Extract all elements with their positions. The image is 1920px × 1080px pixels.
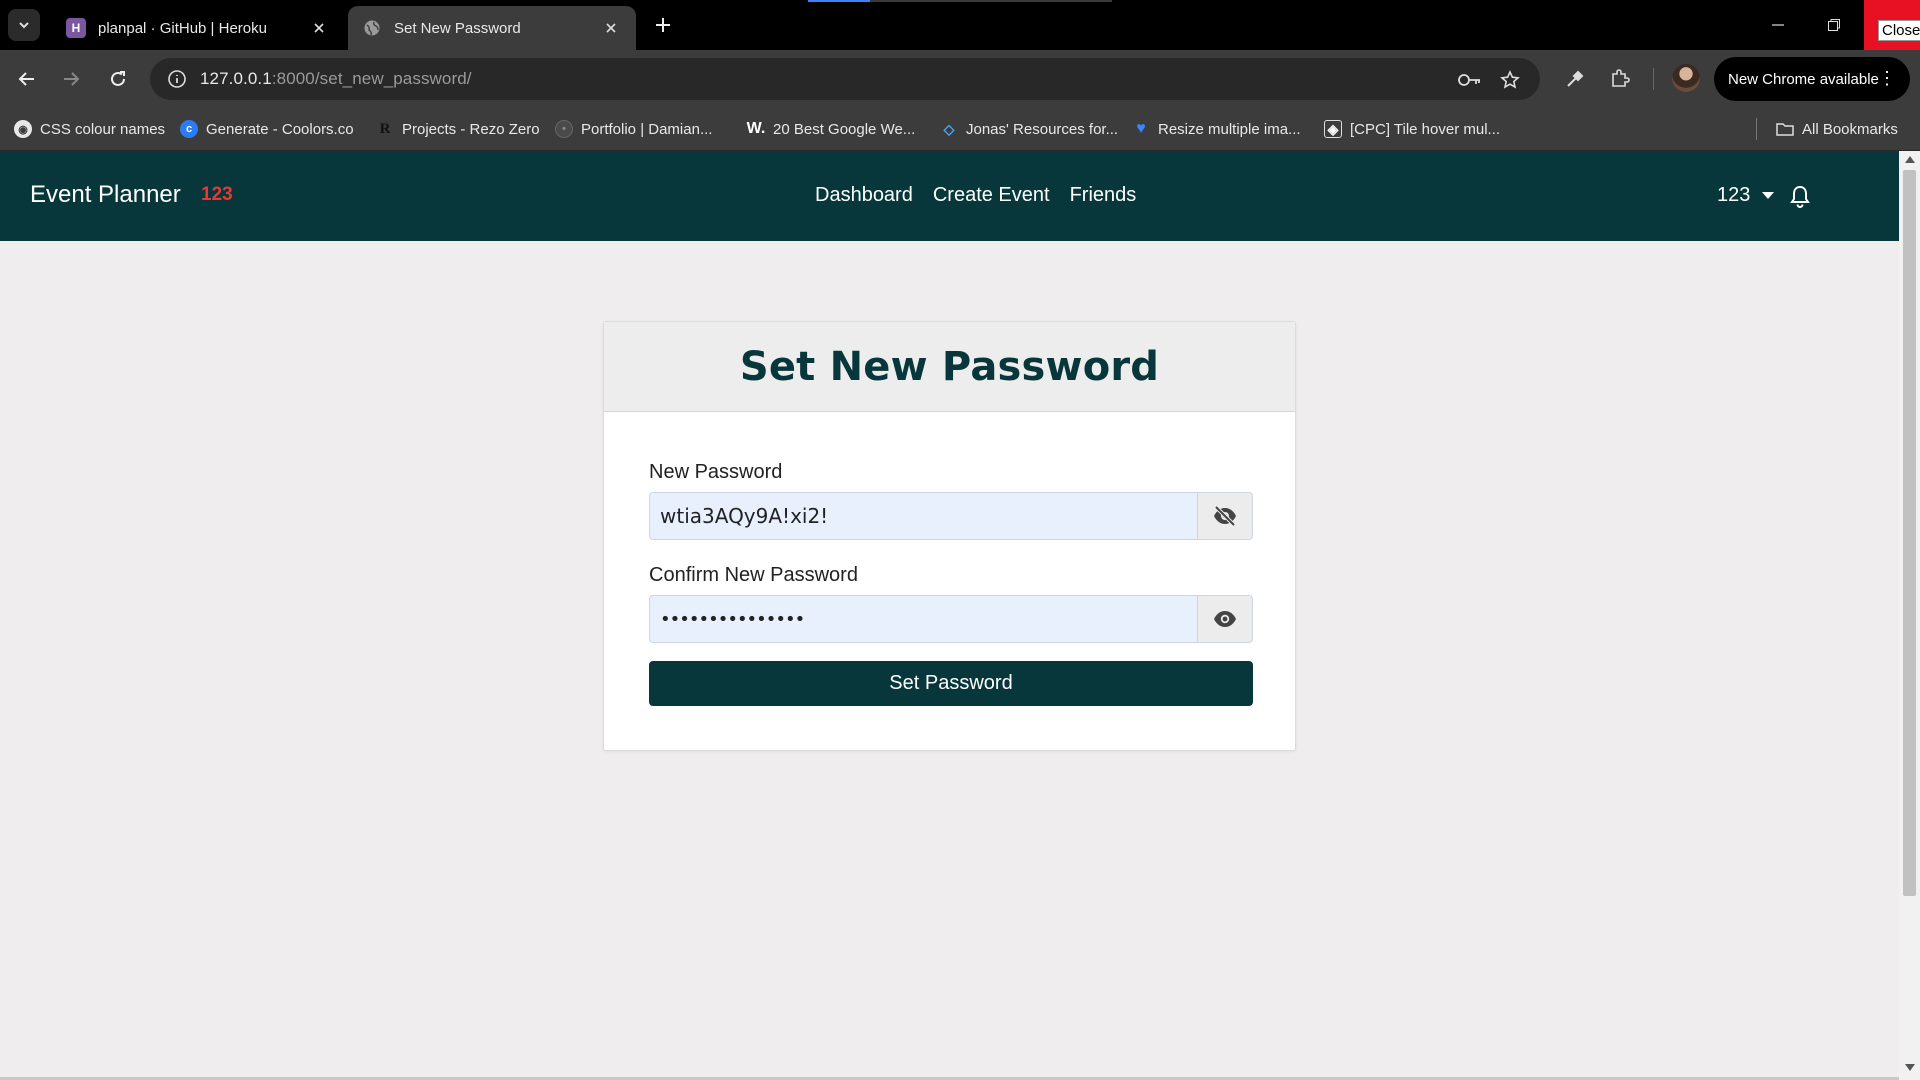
tab-title: Set New Password [394, 19, 521, 37]
bookmark-item[interactable]: ◇ Jonas' Resources for... [940, 117, 1119, 141]
update-label: New Chrome available [1728, 70, 1879, 88]
hide-password-toggle[interactable] [1197, 492, 1253, 540]
tab-title: planpal · GitHub | Heroku [98, 19, 267, 37]
new-password-group: wtia3AQy9A!xi2! [649, 492, 1253, 540]
globe-icon [362, 18, 382, 38]
show-password-toggle[interactable] [1197, 595, 1253, 643]
brand-badge: 123 [201, 184, 233, 205]
globe-icon: ◉ [14, 120, 32, 138]
eyedropper-icon[interactable] [1560, 64, 1590, 94]
rezo-icon: R [379, 120, 391, 137]
brand-logo[interactable]: Event Planner [30, 181, 181, 209]
bookmark-item[interactable]: ◈ [CPC] Tile hover mul... [1324, 117, 1500, 141]
bookmark-item[interactable]: c Generate - Coolors.co [180, 117, 354, 141]
extensions-icon[interactable] [1605, 64, 1635, 94]
nav-friends[interactable]: Friends [1070, 184, 1137, 207]
forward-arrow-icon [64, 72, 80, 86]
chevron-down-icon [19, 22, 29, 29]
bookmark-label: Jonas' Resources for... [966, 120, 1119, 138]
bookmark-label: [CPC] Tile hover mul... [1350, 120, 1501, 138]
restore-icon [1828, 19, 1840, 31]
heart-icon: ♥ [1136, 120, 1146, 137]
caret-down-icon [1762, 192, 1775, 199]
portfolio-icon: • [555, 120, 573, 138]
reload-icon [111, 71, 125, 86]
username: 123 [1717, 184, 1751, 206]
bookmark-label: CSS colour names [40, 120, 166, 138]
user-dropdown[interactable]: 123 [1717, 184, 1775, 207]
confirm-password-label: Confirm New Password [649, 564, 858, 586]
bookmark-label: Portfolio | Damian... [581, 120, 713, 138]
minimize-icon [1772, 24, 1784, 26]
eye-slash-icon [1214, 505, 1236, 527]
bookmarks-bar: ◉ CSS colour names c Generate - Coolors.… [0, 107, 1920, 151]
loading-track [870, 0, 1112, 2]
bookmark-star-icon[interactable] [1496, 66, 1524, 94]
new-password-input[interactable]: wtia3AQy9A!xi2! [649, 492, 1197, 540]
close-tooltip: Close [1878, 20, 1920, 41]
set-password-card: Set New Password New Password wtia3AQy9A… [603, 321, 1296, 751]
bookmarks-divider [1756, 118, 1757, 140]
plus-icon [656, 18, 670, 32]
all-bookmarks-button[interactable]: All Bookmarks [1776, 117, 1898, 141]
w-icon: W. [746, 120, 766, 137]
set-password-button[interactable]: Set Password [649, 661, 1253, 706]
more-menu-icon[interactable]: ⋮ [1878, 67, 1896, 89]
tab-planpal[interactable]: H planpal · GitHub | Heroku [52, 6, 344, 50]
bookmark-item[interactable]: ♥ Resize multiple ima... [1132, 117, 1301, 141]
bell-icon[interactable] [1789, 185, 1811, 209]
loading-indicator [808, 0, 870, 2]
nav-create-event[interactable]: Create Event [933, 184, 1050, 207]
back-button[interactable] [12, 64, 42, 94]
bookmark-item[interactable]: • Portfolio | Damian... [555, 117, 712, 141]
bookmark-label: Generate - Coolors.co [206, 120, 354, 138]
page-title: Set New Password [739, 343, 1160, 390]
url-text: 127.0.0.1:8000/set_new_password/ [200, 69, 472, 88]
bookmark-label: Resize multiple ima... [1158, 120, 1301, 138]
tab-search-button[interactable] [8, 9, 40, 41]
reload-button[interactable] [103, 64, 133, 94]
tab-strip: H planpal · GitHub | Heroku Set New Pass… [0, 0, 1920, 50]
bookmark-item[interactable]: R Projects - Rezo Zero [376, 117, 540, 141]
profile-avatar[interactable] [1672, 64, 1700, 92]
toolbar-divider [1653, 68, 1654, 90]
site-info-icon[interactable] [164, 66, 190, 92]
bookmark-item[interactable]: ◉ CSS colour names [14, 117, 165, 141]
confirm-password-group: ••••••••••••••• [649, 595, 1253, 643]
nav-dashboard[interactable]: Dashboard [815, 184, 913, 207]
close-tab-icon[interactable] [600, 17, 622, 39]
close-tab-icon[interactable] [308, 17, 330, 39]
all-bookmarks-label: All Bookmarks [1802, 120, 1898, 138]
update-chrome-button[interactable]: New Chrome available ⋮ [1714, 57, 1910, 101]
diamond-icon: ◇ [943, 120, 955, 137]
tab-set-new-password[interactable]: Set New Password [348, 6, 636, 50]
confirm-password-input[interactable]: ••••••••••••••• [649, 595, 1197, 643]
minimize-button[interactable] [1750, 0, 1806, 50]
restore-button[interactable] [1806, 0, 1862, 50]
new-tab-button[interactable] [650, 12, 676, 38]
scroll-up-icon[interactable] [1905, 156, 1915, 163]
coolors-icon: c [180, 120, 198, 138]
new-password-label: New Password [649, 461, 783, 483]
heroku-icon: H [66, 18, 86, 38]
back-arrow-icon [18, 72, 34, 86]
bookmark-item[interactable]: W. 20 Best Google We... [746, 117, 916, 141]
scroll-down-icon[interactable] [1905, 1064, 1915, 1071]
scroll-thumb[interactable] [1903, 170, 1916, 896]
codepen-icon: ◈ [1324, 120, 1342, 138]
bookmark-label: Projects - Rezo Zero [402, 120, 540, 138]
password-key-icon[interactable] [1456, 66, 1484, 94]
nav-links: Dashboard Create Event Friends [815, 184, 1136, 207]
bookmark-label: 20 Best Google We... [773, 120, 916, 138]
site-navbar: Event Planner 123 Dashboard Create Event… [0, 151, 1899, 241]
address-bar[interactable]: 127.0.0.1:8000/set_new_password/ [150, 58, 1540, 100]
eye-icon [1214, 611, 1236, 627]
card-header: Set New Password [604, 322, 1295, 412]
browser-toolbar: 127.0.0.1:8000/set_new_password/ New Chr… [0, 50, 1920, 107]
forward-button[interactable] [56, 64, 86, 94]
folder-icon [1776, 120, 1794, 138]
